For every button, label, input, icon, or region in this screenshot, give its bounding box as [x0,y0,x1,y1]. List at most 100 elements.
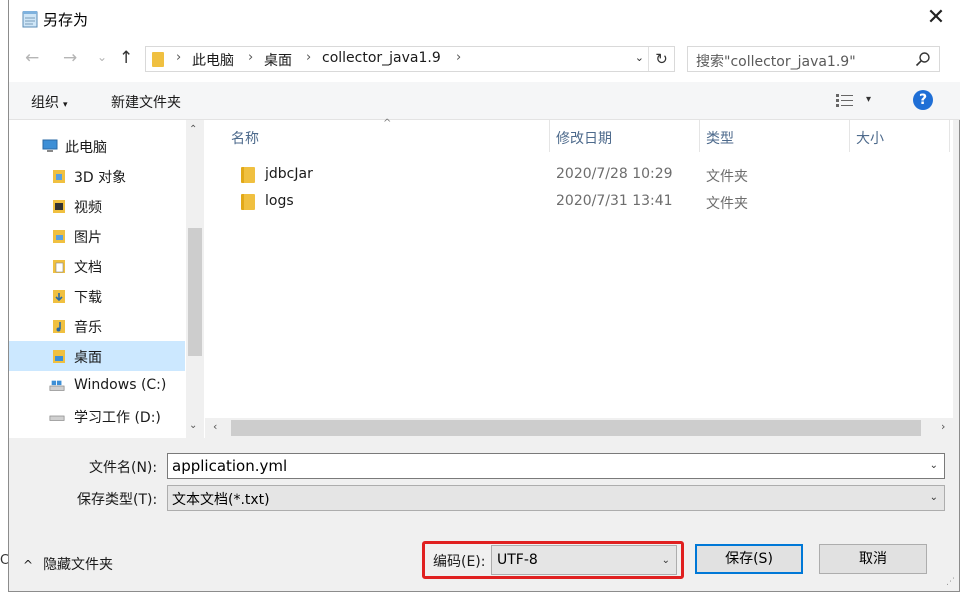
table-row[interactable]: jdbcJar 2020/7/28 10:29 文件夹 [205,162,953,188]
file-list-scrollbar[interactable]: ‹ › [205,418,953,438]
column-divider[interactable] [849,120,850,152]
encoding-label: 编码(E): [433,554,486,570]
video-folder-icon [53,200,65,213]
sidebar-item-drive-d[interactable]: 学习工作 (D:) [9,401,185,431]
resize-grip-icon[interactable]: ⋰ [946,577,955,587]
breadcrumb-separator[interactable]: › [306,50,311,65]
encoding-select[interactable]: UTF-8 ⌄ [491,545,677,575]
filetype-select[interactable]: 文本文档(*.txt) ⌄ [167,485,945,511]
sidebar-item-videos[interactable]: 视频 [9,191,185,221]
documents-folder-icon [53,260,65,273]
sidebar-item-label: 文档 [74,260,102,276]
chevron-up-icon: ^ [23,558,34,572]
scrollbar-thumb[interactable] [188,228,202,356]
help-icon[interactable]: ? [913,90,933,110]
column-divider[interactable] [699,120,700,152]
forward-arrow-icon[interactable]: → [63,48,77,68]
sidebar-item-desktop[interactable]: 桌面 [9,341,185,371]
cube-folder-icon [53,170,65,183]
sidebar-item-label: 此电脑 [65,140,107,156]
filename-field[interactable]: application.yml ⌄ [167,453,945,479]
scroll-left-icon[interactable]: ‹ [213,420,217,433]
breadcrumb-separator[interactable]: › [176,50,181,65]
window-title: 另存为 [43,11,89,29]
sidebar-scrollbar[interactable]: ⌃ ⌄ [186,120,204,438]
breadcrumb-separator[interactable]: › [248,50,253,65]
file-type: 文件夹 [706,169,748,185]
encoding-highlight: 编码(E): UTF-8 ⌄ [422,541,684,579]
sidebar-item-documents[interactable]: 文档 [9,251,185,281]
file-name: jdbcJar [265,166,313,182]
scrollbar-thumb[interactable] [231,420,921,436]
folder-icon [152,52,164,67]
sidebar-item-pictures[interactable]: 图片 [9,221,185,251]
address-dropdown-icon[interactable]: ⌄ [635,51,644,64]
breadcrumb-current-folder[interactable]: collector_java1.9 [322,50,441,66]
save-as-dialog: 另存为 ✕ ← → ⌄ ↑ › 此电脑 › 桌面 › collector_jav… [8,0,960,592]
scroll-right-icon[interactable]: › [941,420,945,433]
chevron-down-icon[interactable]: ⌄ [930,460,938,471]
chevron-down-icon[interactable]: ⌄ [930,492,938,503]
pictures-folder-icon [53,230,65,243]
hide-folders-label: 隐藏文件夹 [43,557,114,573]
column-header-name[interactable]: 名称 [231,128,259,148]
encoding-value: UTF-8 [497,552,538,568]
column-header-size[interactable]: 大小 [856,128,884,148]
sidebar-item-label: 学习工作 (D:) [74,410,161,426]
sidebar-item-this-pc[interactable]: 此电脑 [9,131,185,161]
up-arrow-icon[interactable]: ↑ [119,48,133,68]
column-divider[interactable] [949,120,950,152]
column-header-modified[interactable]: 修改日期 [556,128,612,148]
view-options-icon[interactable] [836,94,854,108]
navigation-pane: 此电脑 3D 对象 视频 图片 文档 下载 音乐 桌面 Windows (C:)… [9,120,205,438]
sidebar-item-music[interactable]: 音乐 [9,311,185,341]
column-divider[interactable] [549,120,550,152]
command-toolbar: 组织 ▾ 新建文件夹 ▾ ? [9,82,960,120]
hide-folders-toggle[interactable]: ^ 隐藏文件夹 [23,554,113,574]
close-icon[interactable]: ✕ [921,4,951,34]
title-bar: 另存为 ✕ [9,0,960,38]
save-button[interactable]: 保存(S) [695,544,803,574]
drive-icon [49,415,65,421]
search-placeholder: 搜索"collector_java1.9" [696,54,856,70]
sort-ascending-icon: ^ [383,118,392,129]
filetype-label: 保存类型(T): [77,492,158,508]
address-bar[interactable]: › 此电脑 › 桌面 › collector_java1.9 › ⌄ ↻ [145,46,675,72]
filetype-value: 文本文档(*.txt) [172,492,270,508]
recent-locations-icon[interactable]: ⌄ [97,50,107,64]
breadcrumb-separator[interactable]: › [456,50,461,65]
scroll-down-icon[interactable]: ⌄ [189,420,197,431]
search-input[interactable]: 搜索"collector_java1.9" [687,46,940,72]
sidebar-item-3d-objects[interactable]: 3D 对象 [9,161,185,191]
computer-icon [42,139,58,152]
organize-label: 组织 [31,95,59,111]
view-dropdown-icon[interactable]: ▾ [866,94,871,105]
search-icon[interactable] [915,51,931,67]
sidebar-item-drive-c[interactable]: Windows (C:) [9,371,185,401]
downloads-folder-icon [53,290,65,303]
back-arrow-icon[interactable]: ← [25,48,39,68]
sidebar-item-label: 音乐 [74,320,102,336]
column-header-type[interactable]: 类型 [706,128,734,148]
sidebar-item-label: 3D 对象 [74,170,127,186]
cancel-button[interactable]: 取消 [819,544,927,574]
table-row[interactable]: logs 2020/7/31 13:41 文件夹 [205,189,953,215]
filename-value: application.yml [172,457,288,475]
navigation-bar: ← → ⌄ ↑ › 此电脑 › 桌面 › collector_java1.9 ›… [9,38,960,82]
file-modified: 2020/7/31 13:41 [556,193,673,209]
sidebar-item-downloads[interactable]: 下载 [9,281,185,311]
file-list: ^ 名称 修改日期 类型 大小 jdbcJar 2020/7/28 10:29 … [205,118,953,438]
file-type: 文件夹 [706,196,748,212]
notepad-icon [22,11,38,28]
desktop-folder-icon [53,350,65,363]
filename-label: 文件名(N): [89,460,158,476]
refresh-icon[interactable]: ↻ [648,47,674,71]
sidebar-item-label: 桌面 [74,350,102,366]
scroll-up-icon[interactable]: ⌃ [189,124,197,135]
breadcrumb-this-pc[interactable]: 此电脑 [192,50,234,70]
breadcrumb-desktop[interactable]: 桌面 [264,50,292,70]
sidebar-item-label: Windows (C:) [74,377,167,393]
organize-button[interactable]: 组织 ▾ [31,92,68,112]
chevron-down-icon[interactable]: ⌄ [662,555,670,566]
new-folder-button[interactable]: 新建文件夹 [111,92,181,112]
